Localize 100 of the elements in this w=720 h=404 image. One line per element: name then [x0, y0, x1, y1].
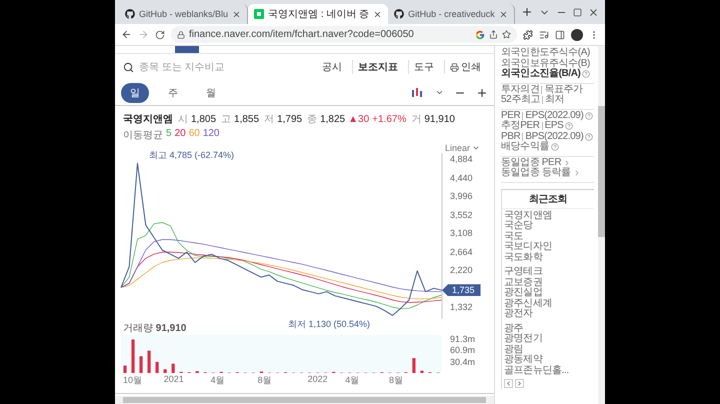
axis-label: 3,996: [450, 191, 473, 201]
recent-stock-link[interactable]: 국영지앤엠: [504, 210, 594, 221]
next-button[interactable]: [515, 379, 524, 388]
new-tab-icon[interactable]: [520, 6, 533, 18]
help-icon[interactable]: [582, 70, 590, 78]
axis-label: 30.4m: [450, 356, 476, 367]
axis-label: 3,108: [450, 228, 473, 238]
recent-stock-link[interactable]: 국도: [504, 232, 594, 242]
volume-bar: [156, 362, 159, 373]
toolbar-link[interactable]: 도구: [408, 60, 439, 74]
toolbar-link[interactable]: 보조지표: [352, 60, 403, 74]
profile-avatar[interactable]: [571, 28, 583, 40]
axis-label: 2022: [308, 374, 329, 386]
google-icon[interactable]: [475, 30, 485, 40]
reload-icon[interactable]: [155, 30, 165, 40]
recent-stock-link[interactable]: 광주신세계: [504, 298, 594, 309]
previous-button[interactable]: [504, 379, 513, 388]
info-label: PER: [501, 110, 520, 120]
maximize-icon[interactable]: [573, 6, 582, 18]
high-price-note: 최고 4,785 (-62.74%): [149, 149, 234, 162]
toolbar-link[interactable]: 공시: [317, 60, 347, 74]
search-icon: [123, 62, 134, 72]
quote-label: 고: [221, 113, 232, 126]
period-tab[interactable]: 월: [197, 82, 225, 102]
current-price-tag: 1,735: [442, 284, 481, 296]
zoom-in-icon[interactable]: [476, 86, 488, 98]
info-label: EPS(2022.09): [525, 110, 584, 120]
help-icon[interactable]: [565, 122, 574, 130]
info-label: 추정PER: [501, 121, 540, 132]
close-icon[interactable]: [373, 10, 382, 18]
github-icon: [394, 9, 404, 19]
quote-label: 거: [411, 113, 422, 126]
recent-stock-link[interactable]: 광전자: [504, 309, 594, 320]
axis-label: 4,884: [450, 154, 473, 164]
printer-icon: [450, 62, 459, 72]
info-label: 배당수익률: [501, 142, 550, 152]
browser-tab[interactable]: 국영지앤엠 : 네이버 증: [248, 4, 388, 24]
scale-dropdown[interactable]: Linear: [444, 143, 494, 153]
close-icon[interactable]: [498, 10, 508, 18]
moving-average-label: 이동평균: [123, 129, 163, 142]
recent-stock-link[interactable]: 광주: [504, 324, 594, 334]
change-percent: +1.67%: [372, 114, 406, 125]
help-icon[interactable]: [585, 112, 594, 120]
axis-label: 1,332: [450, 302, 473, 312]
quote-value: 1,805: [191, 114, 216, 125]
recent-stock-link[interactable]: 광명전기: [504, 334, 594, 344]
legend-label: 60: [188, 128, 200, 141]
caret-icon: [472, 144, 480, 152]
help-icon[interactable]: [585, 132, 594, 141]
period-tab[interactable]: 주: [159, 82, 187, 102]
axis-label: 2021: [164, 374, 185, 386]
toolbar-link[interactable]: 인쇄: [444, 60, 486, 74]
back-icon[interactable]: [121, 29, 132, 40]
volume-bar: [412, 358, 416, 373]
lock-icon: [177, 30, 185, 38]
nav-tab-fragment: [175, 46, 199, 53]
recent-stock-link[interactable]: 국보디자인: [504, 242, 594, 252]
help-icon[interactable]: [551, 143, 560, 152]
close-icon[interactable]: [588, 6, 599, 18]
recent-stock-link[interactable]: 교보증권: [504, 278, 594, 288]
recent-stock-link[interactable]: 구영테크: [504, 267, 594, 278]
axis-label: 8월: [258, 374, 273, 387]
axis-label: 4,440: [450, 172, 473, 182]
volume-bar: [131, 339, 135, 373]
recent-stock-link[interactable]: 국도화학: [504, 252, 594, 263]
info-label: 외국인보유주식수(B): [501, 58, 590, 68]
low-price-note: 최저 1,130 (50.54%): [288, 318, 370, 331]
quote-label: 시: [178, 113, 188, 126]
side-panel-icon[interactable]: [555, 30, 565, 40]
vertical-scrollbar[interactable]: [598, 46, 605, 404]
close-icon[interactable]: [232, 10, 242, 18]
info-label: BPS(2022.09): [525, 132, 584, 142]
recent-stock-link[interactable]: 국순당: [504, 221, 594, 232]
axis-label: 2,664: [450, 246, 473, 256]
quote-label: 종: [307, 113, 318, 126]
axis-label: 10월: [123, 374, 144, 387]
caret-icon[interactable]: [435, 88, 444, 97]
info-label: 외국인소진율(B/A): [501, 69, 580, 80]
price-change: ▲30: [348, 114, 370, 125]
share-icon[interactable]: [489, 30, 498, 39]
recent-stock-link[interactable]: 골프존뉴딘홀...: [504, 366, 594, 376]
axis-label: 60.9m: [450, 345, 476, 356]
horizontal-scrollbar[interactable]: [115, 396, 494, 404]
period-tab[interactable]: 일: [121, 82, 149, 102]
axis-label: 91.3m: [450, 334, 476, 344]
candlestick-icon[interactable]: [411, 86, 425, 98]
recent-stock-link[interactable]: 광동제약: [504, 355, 594, 366]
list-icon[interactable]: [539, 30, 549, 40]
quote-value: 1,795: [277, 114, 302, 125]
recent-stock-link[interactable]: 광진실업: [504, 288, 594, 298]
recent-stock-link[interactable]: 광림: [504, 344, 594, 355]
puzzle-icon[interactable]: [523, 30, 533, 40]
star-icon[interactable]: [502, 30, 511, 39]
axis-label: 3,552: [450, 210, 473, 220]
chevron-right-icon: [516, 380, 523, 387]
info-label: 52주최고: [501, 95, 540, 106]
address-field[interactable]: finance.naver.com/item/fchart.naver?code=006050: [171, 26, 517, 43]
legend-label: 120: [202, 128, 220, 141]
info-label: 투자의견: [501, 84, 540, 94]
info-label: 최저: [545, 95, 564, 106]
